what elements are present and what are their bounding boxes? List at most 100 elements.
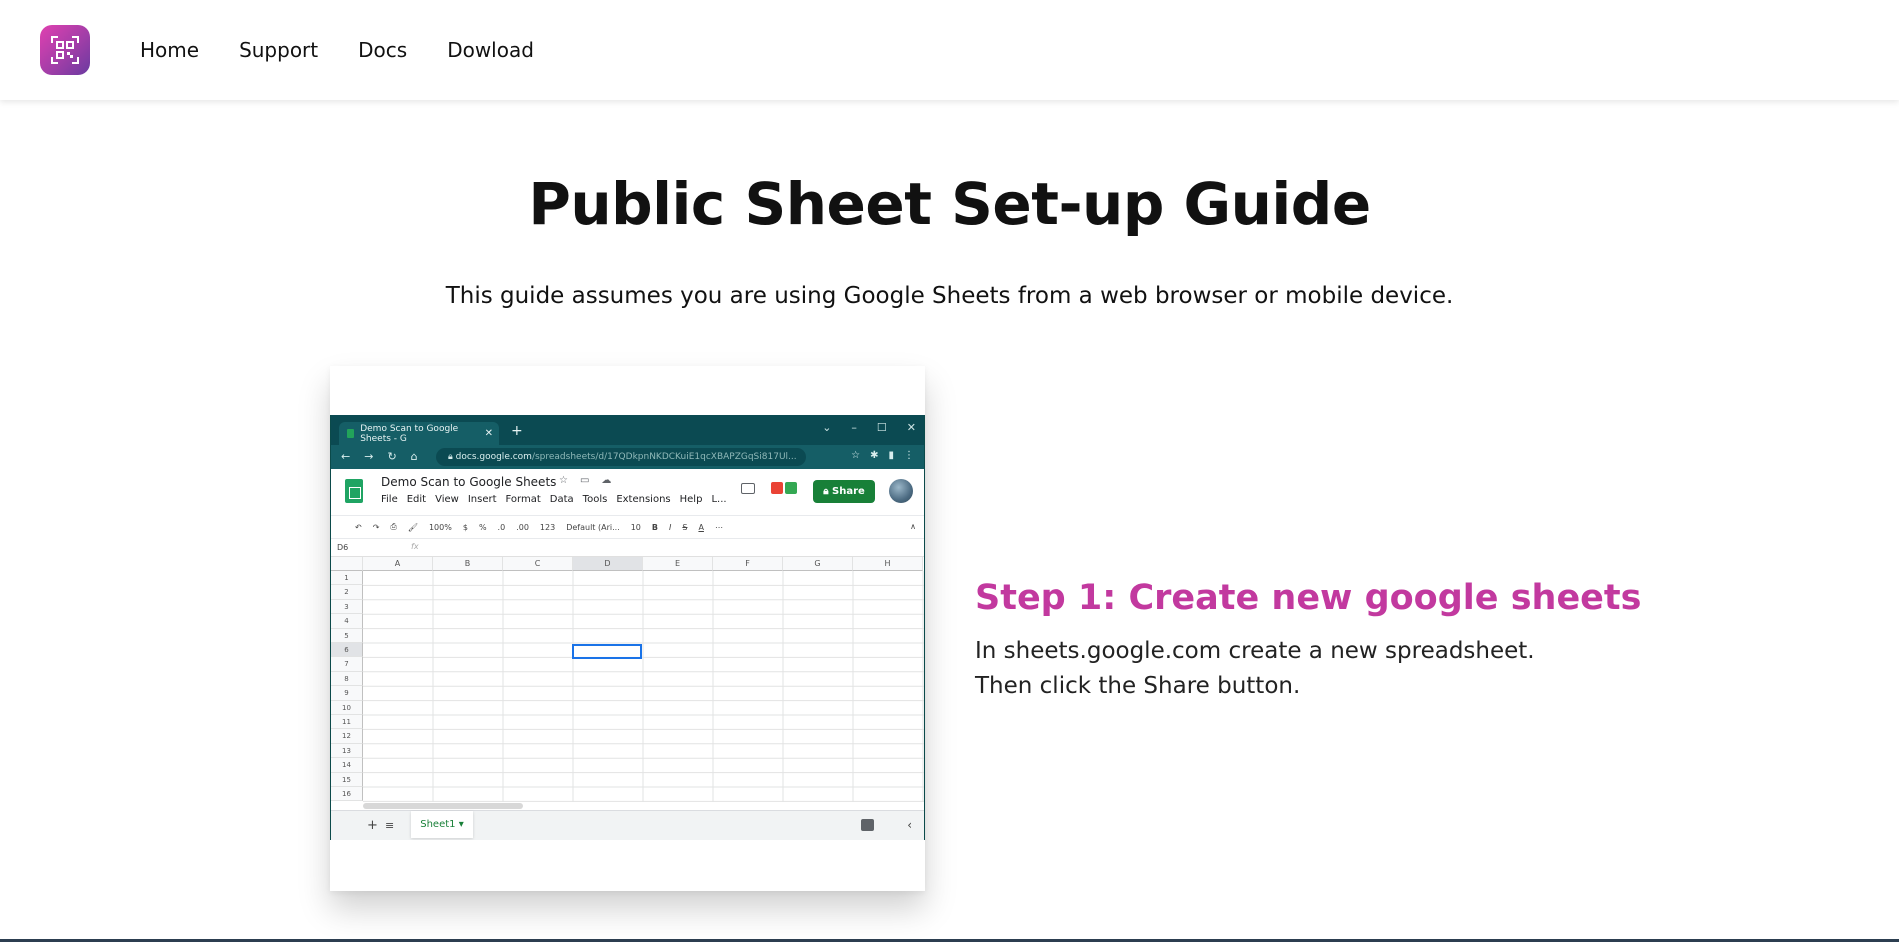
add-sheet-icon: +: [367, 818, 378, 833]
sheets-doc-header: Demo Scan to Google Sheets ☆ ▭ ☁ File Ed…: [331, 469, 924, 515]
font-select: Default (Ari...: [566, 522, 620, 532]
menu-edit: Edit: [406, 494, 427, 505]
browser-window-screenshot: Demo Scan to Google Sheets - G ✕ + ⌄ – ☐…: [330, 415, 925, 840]
strikethrough-button: S: [682, 522, 688, 532]
spreadsheet-grid: A B C D E F G H 1 2 3 4 5 6 7 8 9 10 11 12 13 14 15 16: [331, 557, 924, 802]
maximize-icon: ☐: [876, 421, 887, 434]
row-header: 4: [331, 614, 363, 629]
sheets-menu-bar: File Edit View Insert Format Data Tools …: [381, 494, 727, 505]
increase-decimal: .00: [516, 522, 529, 532]
row-header: 15: [331, 772, 363, 787]
column-header: H: [853, 557, 923, 571]
doc-title: Demo Scan to Google Sheets: [381, 475, 557, 489]
bold-button: B: [651, 522, 659, 532]
explore-icon: [861, 819, 874, 831]
collapse-toolbar-icon: ∧: [910, 522, 916, 531]
close-window-icon: ✕: [906, 421, 916, 434]
menu-file: File: [381, 494, 398, 505]
user-avatar: [889, 479, 913, 503]
bookmark-star-icon: ☆: [851, 450, 861, 461]
decrease-decimal: .0: [497, 522, 506, 532]
row-header: 14: [331, 758, 363, 773]
currency-format: $: [462, 522, 468, 532]
row-header: 5: [331, 628, 363, 643]
grid-corner: [331, 557, 363, 571]
row-header: 12: [331, 729, 363, 744]
back-arrow-icon: ←: [341, 450, 351, 463]
row-header: 11: [331, 715, 363, 730]
row-header: 1: [331, 571, 363, 586]
more-formats: 123: [539, 522, 556, 532]
zoom-select: 100%: [428, 522, 452, 532]
meet-icon: [771, 482, 797, 496]
column-header: E: [643, 557, 713, 571]
nav-support-link[interactable]: Support: [239, 38, 318, 62]
menu-insert: Insert: [467, 494, 497, 505]
print-icon: ⎙: [390, 522, 397, 531]
text-color-button: A: [698, 522, 704, 532]
menu-format: Format: [505, 494, 541, 505]
comment-icon: [741, 483, 755, 494]
close-tab-icon: ✕: [484, 428, 493, 439]
home-icon: ⌂: [410, 450, 418, 463]
row-header: 16: [331, 787, 363, 802]
row-header: 8: [331, 671, 363, 687]
sheets-share-button: 🔒︎ Share: [813, 480, 875, 503]
folder-icon: ▭: [579, 475, 590, 486]
url-host: docs.google.com: [455, 452, 532, 462]
row-header: 2: [331, 585, 363, 600]
forward-arrow-icon: →: [364, 450, 374, 463]
window-controls: ⌄ – ☐ ✕: [822, 421, 916, 434]
browser-tab: Demo Scan to Google Sheets - G ✕: [339, 422, 499, 445]
menu-dots-icon: ⋮: [904, 450, 914, 461]
browser-extension-icons: ☆ ✱ ▮ ⋮: [851, 450, 914, 461]
minimize-icon: –: [851, 421, 857, 434]
sheets-toolbar: ↶ ↷ ⎙ 🖌︎ 100% $ % .0 .00 123 Default (Ar…: [331, 515, 924, 539]
browser-tab-title: Demo Scan to Google Sheets - G: [360, 423, 459, 444]
menu-last-edit: L...: [711, 494, 727, 505]
new-tab-icon: +: [511, 423, 523, 439]
selected-cell: [572, 644, 642, 659]
sheet-tab-sheet1: Sheet1 ▾: [411, 811, 473, 838]
column-header: G: [783, 557, 853, 571]
extensions-icon: ✱: [870, 450, 879, 461]
sidebar-icon: ▮: [888, 450, 894, 461]
lock-icon: 🔒︎: [448, 452, 456, 462]
column-header: A: [363, 557, 433, 571]
menu-tools: Tools: [582, 494, 608, 505]
browser-address-bar: ← → ↻ ⌂ 🔒︎ docs.google.com/spreadsheets/…: [331, 445, 924, 469]
cloud-icon: ☁: [601, 475, 612, 486]
page-subtitle: This guide assumes you are using Google …: [445, 283, 1454, 309]
chevron-down-icon: ⌄: [822, 421, 832, 434]
percent-format: %: [478, 522, 487, 532]
nav-home-link[interactable]: Home: [140, 38, 199, 62]
sheet-tabs-bar: + ≡ Sheet1 ▾ ‹: [331, 810, 924, 840]
menu-view: View: [435, 494, 459, 505]
app-logo[interactable]: [40, 25, 90, 75]
top-nav-bar: Home Support Docs Dowload: [0, 0, 1899, 100]
browser-nav-buttons: ← → ↻ ⌂: [341, 450, 418, 463]
step1-description: In sheets.google.com create a new spread…: [975, 638, 1535, 699]
formula-bar: D6 fx: [331, 539, 924, 557]
paint-format-icon: 🖌︎: [407, 522, 418, 532]
redo-icon: ↷: [372, 522, 380, 532]
fx-label: fx: [411, 542, 419, 551]
row-header: 7: [331, 657, 363, 672]
row-header: 10: [331, 700, 363, 715]
row-header: 9: [331, 686, 363, 701]
menu-help: Help: [679, 494, 703, 505]
browser-titlebar: Demo Scan to Google Sheets - G ✕ + ⌄ – ☐…: [331, 415, 924, 445]
grid-lines: [363, 571, 924, 802]
more-options-icon: ⋯: [714, 522, 723, 532]
sheets-logo-icon: [345, 479, 363, 503]
lock-icon: 🔒︎: [823, 486, 832, 497]
url-path: /spreadsheets/d/17QDkpnNKDCKuiE1qcXBAPZG…: [531, 452, 797, 462]
nav-download-link[interactable]: Dowload: [447, 38, 534, 62]
column-header: B: [433, 557, 503, 571]
nav-docs-link[interactable]: Docs: [358, 38, 407, 62]
chevron-left-icon: ‹: [907, 818, 912, 832]
horizontal-scrollbar: [363, 803, 523, 809]
qr-scan-icon: [51, 36, 79, 64]
page-title: Public Sheet Set-up Guide: [528, 170, 1371, 238]
column-header: C: [503, 557, 573, 571]
